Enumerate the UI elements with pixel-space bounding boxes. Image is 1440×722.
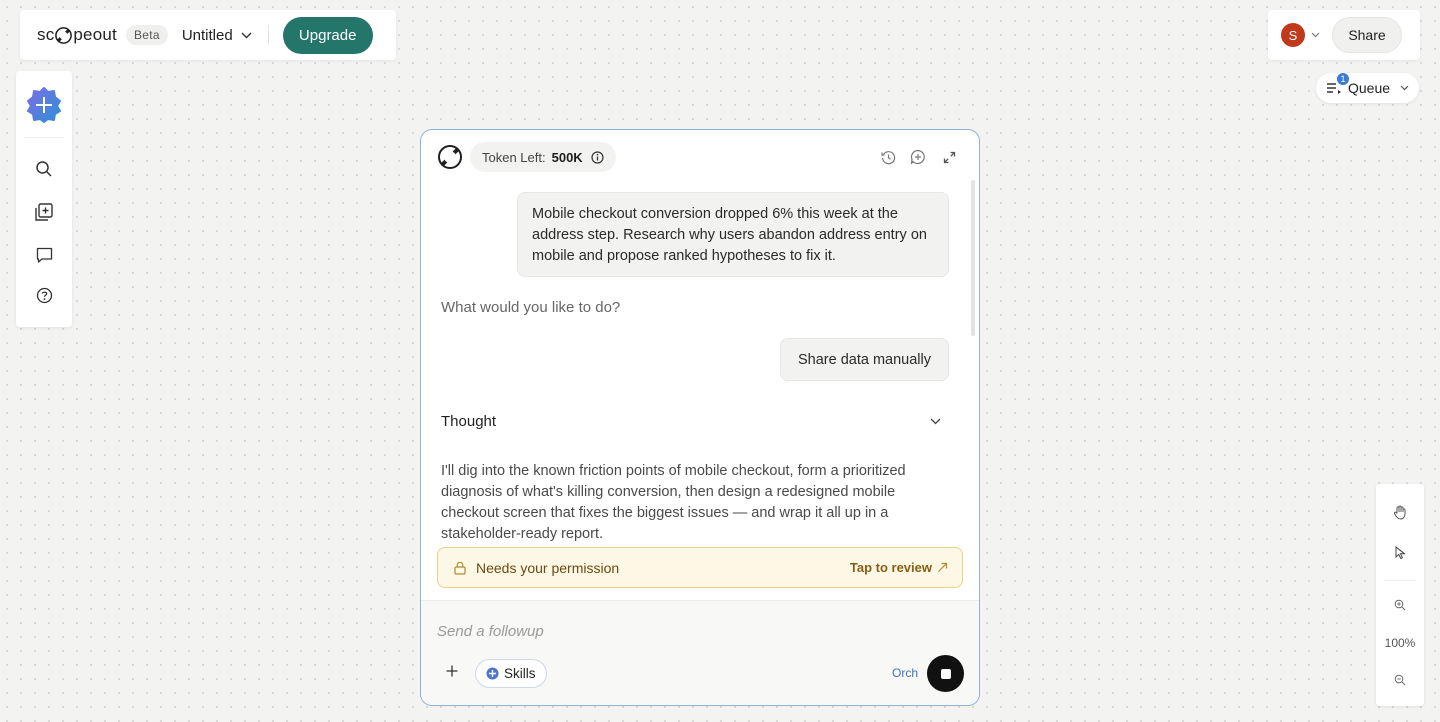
lock-icon	[454, 561, 466, 575]
history-button[interactable]	[879, 148, 897, 166]
expand-button[interactable]	[940, 148, 958, 166]
chat-scrollbar[interactable]	[971, 180, 975, 336]
info-icon[interactable]	[591, 150, 604, 164]
left-sidebar	[16, 71, 72, 327]
composer: Send a followup Skills Orch	[421, 600, 979, 705]
search-icon	[36, 161, 52, 177]
user-message: Mobile checkout conversion dropped 6% th…	[517, 192, 949, 277]
toolbar-divider	[267, 25, 269, 45]
new-chat-button[interactable]	[909, 148, 927, 166]
arrow-up-right-icon	[938, 562, 948, 572]
rail-divider	[1384, 580, 1416, 581]
new-project-button[interactable]	[26, 87, 62, 123]
avatar[interactable]: S	[1281, 23, 1305, 47]
chat-panel-header: Token Left: 500K	[421, 130, 979, 184]
assistant-question: What would you like to do?	[441, 299, 621, 316]
token-left-label: Token Left:	[482, 149, 546, 165]
add-page-icon	[35, 203, 53, 221]
zoom-out-button[interactable]	[1390, 670, 1410, 690]
hand-icon	[1393, 505, 1406, 520]
followup-input[interactable]: Send a followup	[437, 623, 544, 640]
zoom-level: 100%	[1384, 636, 1416, 650]
logo-ring-icon	[55, 26, 73, 44]
mode-selector[interactable]: Orch	[892, 666, 918, 680]
zoom-in-button[interactable]	[1390, 595, 1410, 615]
expand-icon	[943, 151, 955, 163]
logo-text-right: peout	[73, 25, 117, 44]
zoom-in-icon	[1394, 599, 1406, 611]
thought-text: I'll dig into the known friction points …	[441, 463, 906, 542]
sidebar-divider	[24, 137, 64, 138]
comment-icon	[36, 247, 52, 263]
canvas-tool-rail: 100%	[1376, 484, 1424, 706]
token-left-pill: Token Left: 500K	[470, 142, 616, 172]
stop-icon	[940, 668, 951, 679]
chevron-down-icon[interactable]	[1311, 32, 1320, 38]
document-title-dropdown[interactable]: Untitled	[182, 27, 252, 44]
select-tool-button[interactable]	[1390, 542, 1410, 562]
beta-badge: Beta	[125, 25, 168, 45]
assistant-logo-icon	[438, 145, 462, 169]
queue-list-icon: 1	[1326, 73, 1349, 95]
stop-button[interactable]	[927, 655, 964, 692]
help-button[interactable]	[34, 285, 54, 305]
user-reply: Share data manually	[780, 338, 949, 381]
skills-icon	[486, 667, 499, 680]
top-right-toolbar: S Share	[1268, 10, 1420, 60]
tap-to-review-link[interactable]: Tap to review	[850, 560, 948, 575]
permission-banner[interactable]: Needs your permission Tap to review	[437, 547, 963, 588]
queue-button[interactable]: 1 Queue	[1316, 73, 1419, 103]
plus-badge-icon	[27, 87, 61, 123]
comments-button[interactable]	[34, 245, 54, 265]
plus-icon[interactable]	[445, 664, 459, 678]
queue-label: Queue	[1348, 80, 1391, 96]
app-logo[interactable]: sc peout	[37, 25, 117, 45]
upgrade-button[interactable]: Upgrade	[282, 16, 373, 54]
hand-tool-button[interactable]	[1390, 502, 1410, 522]
top-left-toolbar: sc peout Beta Untitled Upgrade	[20, 10, 396, 60]
tap-to-review-label: Tap to review	[849, 560, 932, 575]
help-icon	[36, 287, 52, 303]
share-button[interactable]: Share	[1332, 17, 1402, 53]
pointer-icon	[1395, 545, 1406, 559]
token-left-value: 500K	[551, 149, 583, 165]
queue-count-badge: 1	[1337, 73, 1349, 85]
zoom-out-icon	[1394, 674, 1406, 686]
add-page-button[interactable]	[34, 202, 54, 222]
thought-label: Thought	[441, 412, 497, 430]
chevron-down-icon	[241, 32, 252, 38]
chevron-down-icon	[1400, 85, 1409, 91]
thought-toggle[interactable]: Thought	[441, 410, 941, 432]
skills-label: Skills	[504, 666, 536, 681]
document-title: Untitled	[181, 26, 233, 44]
history-icon	[880, 150, 895, 164]
skills-button[interactable]: Skills	[475, 659, 547, 688]
chevron-down-icon	[930, 418, 941, 424]
new-chat-icon	[910, 149, 925, 165]
search-button[interactable]	[34, 159, 54, 179]
logo-text-left: sc	[37, 25, 55, 44]
chat-panel: Token Left: 500K Mobile checkout convers…	[420, 129, 980, 706]
permission-text: Needs your permission	[476, 559, 620, 576]
